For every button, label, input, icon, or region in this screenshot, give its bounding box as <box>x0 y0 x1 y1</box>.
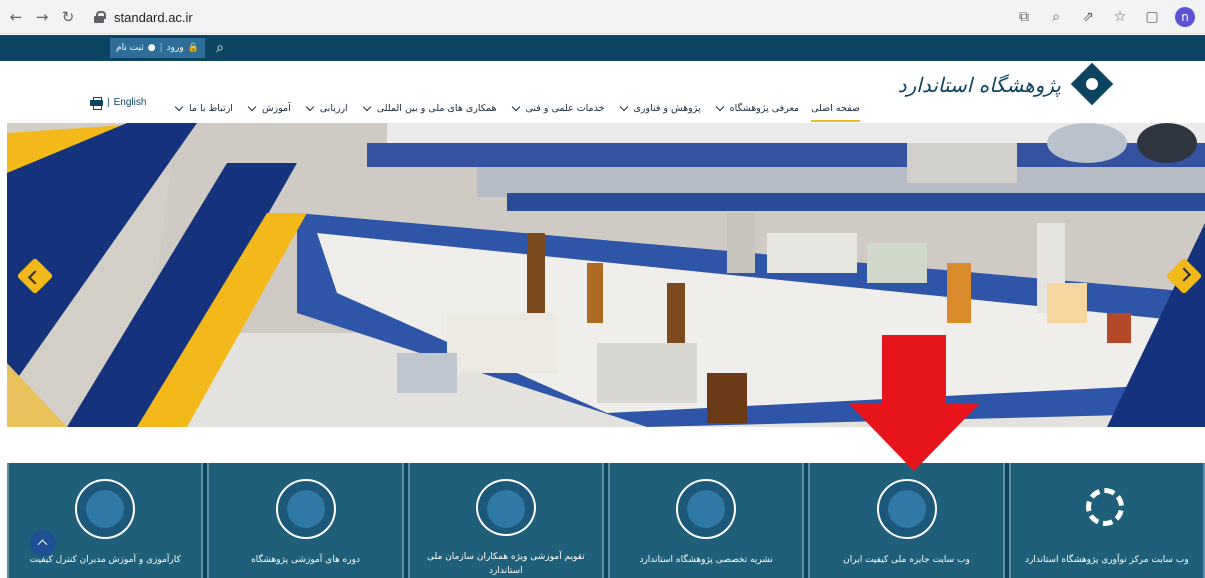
menu-label: معرفی پژوهشگاه <box>729 103 800 114</box>
menu-label: خدمات علمی و فنی <box>525 103 605 114</box>
language-print-group: | English <box>90 97 147 110</box>
tile-quality-award[interactable]: وب سایت جایزه ملی کیفیت ایران <box>808 463 1005 578</box>
tile-label: وب سایت مرکز نوآوری پژوهشگاه استاندارد <box>1024 555 1189 565</box>
share-icon[interactable]: ⇗ <box>1079 8 1097 26</box>
search-icon[interactable]: ⌕ <box>210 38 230 58</box>
profile-avatar[interactable]: n <box>1175 7 1195 27</box>
lang-separator: | <box>107 97 110 108</box>
chevron-down-icon <box>247 102 257 112</box>
zoom-icon[interactable]: ⌕ <box>1047 8 1065 26</box>
menu-label: صفحه اصلی <box>811 103 860 114</box>
menu-home[interactable]: صفحه اصلی <box>811 103 860 122</box>
login-link[interactable]: ورود <box>167 43 184 53</box>
browser-actions: ⧉ ⌕ ⇗ ☆ ▢ n <box>1015 7 1195 27</box>
address-bar[interactable]: standard.ac.ir <box>90 5 1010 29</box>
site-header: پژوهشگاه استاندارد صفحه اصلی معرفی پژوهش… <box>0 61 1205 123</box>
main-menu: صفحه اصلی معرفی پژوهشگاه پژوهش و فناوری … <box>172 95 860 122</box>
tile-training-courses[interactable]: دوره های آموزشی پژوهشگاه <box>207 463 404 578</box>
chevron-down-icon <box>362 102 371 112</box>
lock-icon[interactable] <box>94 11 106 23</box>
chevron-down-icon <box>619 102 628 112</box>
chevron-down-icon <box>174 102 184 112</box>
back-icon[interactable]: ← <box>6 7 26 27</box>
tile-journal[interactable]: نشریه تخصصی پژوهشگاه استاندارد <box>608 463 805 578</box>
tile-label: دوره های آموزشی پژوهشگاه <box>251 555 360 565</box>
icon-inner <box>687 490 726 528</box>
menu-label: همکاری های ملی و بین المللی <box>376 103 497 114</box>
top-utility-bar: 🔒 ورود | ● ثبت نام ⌕ <box>0 35 1205 61</box>
english-link[interactable]: English <box>114 97 147 108</box>
journal-pen-icon <box>676 479 737 539</box>
icon-inner <box>887 490 926 528</box>
url-text: standard.ac.ir <box>114 9 193 25</box>
training-board-icon <box>475 479 536 536</box>
menu-contact[interactable]: ارتباط با ما <box>172 102 233 114</box>
icon-inner <box>86 490 125 528</box>
tile-label: نشریه تخصصی پژوهشگاه استاندارد <box>639 555 773 565</box>
icon-inner <box>1085 488 1124 526</box>
menu-research[interactable]: پژوهش و فناوری <box>617 102 701 114</box>
print-icon[interactable] <box>90 97 103 110</box>
reload-icon[interactable]: ↻ <box>58 7 78 27</box>
menu-label: ارتباط با ما <box>188 103 233 114</box>
chevron-down-icon <box>715 102 724 112</box>
login-register-box: 🔒 ورود | ● ثبت نام <box>110 38 205 58</box>
hero-slider <box>7 123 1205 427</box>
menu-education[interactable]: آموزش <box>245 102 291 114</box>
menu-services[interactable]: خدمات علمی و فنی <box>509 102 605 114</box>
service-tiles: وب سایت مرکز نوآوری پژوهشگاه استاندارد و… <box>7 463 1205 578</box>
logo-text: پژوهشگاه استاندارد <box>897 73 1061 97</box>
user-icon: ● <box>147 43 156 53</box>
scroll-to-top-button[interactable] <box>30 530 56 556</box>
menu-cooperation[interactable]: همکاری های ملی و بین المللی <box>360 102 497 114</box>
red-arrow-annotation <box>848 335 980 471</box>
quality-award-icon <box>876 479 937 539</box>
chevron-down-icon <box>511 102 520 112</box>
icon-inner <box>286 490 325 528</box>
customized-training-icon <box>275 479 336 539</box>
side-panel-icon[interactable]: ▢ <box>1143 8 1161 26</box>
menu-about[interactable]: معرفی پژوهشگاه <box>713 102 800 114</box>
menu-label: ارزیابی <box>319 103 348 114</box>
menu-evaluation[interactable]: ارزیابی <box>303 102 348 114</box>
innovation-gear-icon <box>1077 479 1137 539</box>
tile-innovation-center[interactable]: وب سایت مرکز نوآوری پژوهشگاه استاندارد <box>1008 463 1205 578</box>
separator: | <box>159 43 163 53</box>
browser-toolbar: ← → ↻ standard.ac.ir ⧉ ⌕ ⇗ ☆ ▢ n <box>0 0 1205 34</box>
tile-quality-control-internship[interactable]: کارآموزی و آموزش مدیران کنترل کیفیت <box>7 463 204 578</box>
tile-training-calendar[interactable]: تقویم آموزشی ویژه همکاران سازمان ملی است… <box>407 463 605 578</box>
translate-icon[interactable]: ⧉ <box>1015 8 1033 26</box>
tile-label: تقویم آموزشی ویژه همکاران سازمان ملی است… <box>427 552 585 576</box>
lab-photo <box>7 123 1205 427</box>
logo-mark-icon <box>1069 69 1115 101</box>
site-logo[interactable]: پژوهشگاه استاندارد <box>898 69 1115 101</box>
tile-label: وب سایت جایزه ملی کیفیت ایران <box>843 555 970 565</box>
menu-label: آموزش <box>261 103 291 114</box>
lock-icon: 🔒 <box>187 43 199 53</box>
bookmark-star-icon[interactable]: ☆ <box>1111 8 1129 26</box>
internship-icon <box>75 479 136 539</box>
chevron-down-icon <box>305 102 315 112</box>
register-link[interactable]: ثبت نام <box>116 43 144 53</box>
icon-inner <box>486 490 525 528</box>
forward-icon[interactable]: → <box>32 7 52 27</box>
menu-label: پژوهش و فناوری <box>633 103 701 114</box>
